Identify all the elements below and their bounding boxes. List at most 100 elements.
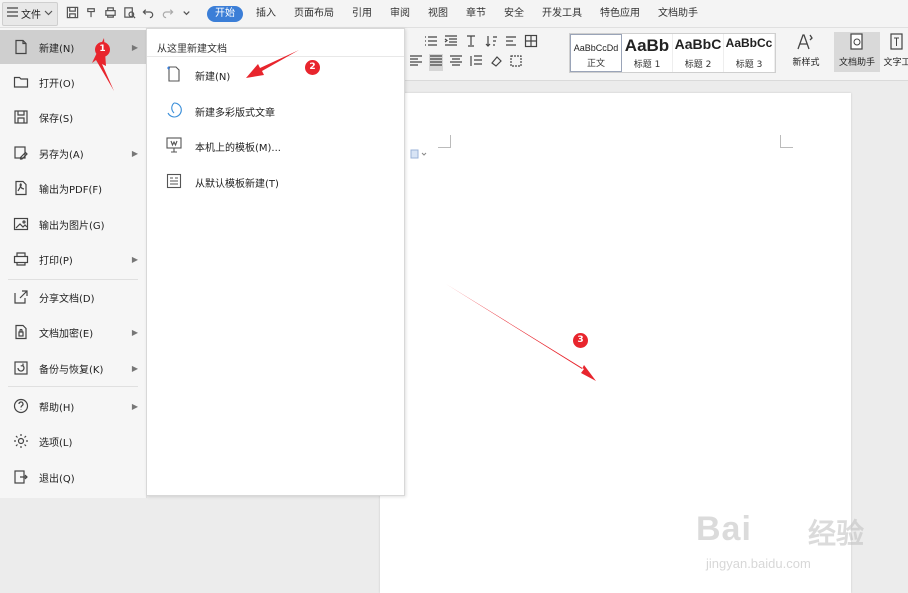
menu-item-options[interactable]: 选项(L) bbox=[0, 424, 146, 458]
table-border-icon[interactable] bbox=[509, 54, 523, 71]
paragraph-tools-row1 bbox=[424, 34, 538, 51]
annotation-badge-2: 2 bbox=[305, 60, 320, 75]
doc-helper-button[interactable]: 文档助手 bbox=[834, 32, 880, 72]
pdf-icon bbox=[12, 179, 30, 197]
save-icon bbox=[12, 108, 30, 126]
menu-item-new[interactable]: 新建(N) ▶ bbox=[0, 30, 146, 64]
menu-item-help[interactable]: 帮助(H) ▶ bbox=[0, 389, 146, 423]
baidu-watermark: Bai 经验 jingyan.baidu.com bbox=[696, 510, 906, 586]
tab-view[interactable]: 视图 bbox=[419, 0, 457, 27]
file-menu-button[interactable]: 文件 bbox=[2, 1, 58, 26]
menu-item-share[interactable]: 分享文档(D) bbox=[0, 280, 146, 314]
print-preview-icon[interactable] bbox=[123, 6, 136, 22]
menu-item-save-as[interactable]: 另存为(A) ▶ bbox=[0, 136, 146, 170]
line-spacing-icon[interactable] bbox=[469, 54, 483, 71]
menu-item-exit[interactable]: 退出(Q) bbox=[0, 460, 146, 494]
undo-icon[interactable] bbox=[142, 6, 155, 22]
text-tool-icon bbox=[890, 33, 903, 50]
paste-options-icon[interactable] bbox=[410, 149, 428, 162]
new-doc-icon bbox=[12, 38, 30, 56]
menu-divider bbox=[8, 386, 138, 387]
menu-item-backup[interactable]: 备份与恢复(K) ▶ bbox=[0, 351, 146, 385]
redo-icon[interactable] bbox=[161, 6, 174, 22]
submenu-item-local-template[interactable]: 本机上的模板(M)... bbox=[165, 134, 281, 158]
tab-security[interactable]: 安全 bbox=[495, 0, 533, 27]
margin-corner-right bbox=[780, 135, 793, 148]
default-template-icon bbox=[165, 172, 183, 193]
menu-item-export-image[interactable]: 输出为图片(G) bbox=[0, 207, 146, 241]
encrypt-icon bbox=[12, 323, 30, 341]
distributed-icon[interactable] bbox=[449, 54, 463, 71]
colorful-article-icon bbox=[165, 101, 183, 122]
style-heading-3[interactable]: AaBbCc 标题 3 bbox=[724, 34, 775, 72]
customize-chevron-icon[interactable] bbox=[180, 6, 193, 22]
watermark-jingyan: 经验 bbox=[808, 517, 865, 550]
submenu-item-colorful-article[interactable]: 新建多彩版式文章 bbox=[165, 99, 275, 123]
save-as-icon bbox=[12, 144, 30, 162]
tab-chapter[interactable]: 章节 bbox=[457, 0, 495, 27]
style-normal[interactable]: AaBbCcDd 正文 bbox=[570, 34, 622, 72]
submenu-item-default-template[interactable]: 从默认模板新建(T) bbox=[165, 170, 279, 194]
local-template-icon bbox=[165, 136, 183, 157]
file-menu-label: 文件 bbox=[21, 10, 41, 21]
menu-item-export-pdf[interactable]: 输出为PDF(F) bbox=[0, 171, 146, 205]
style-heading-1[interactable]: AaBb 标题 1 bbox=[622, 34, 673, 72]
annotation-badge-1: 1 bbox=[95, 42, 110, 57]
submenu-divider bbox=[147, 56, 404, 57]
spacing-icon[interactable] bbox=[504, 34, 518, 51]
menu-item-open[interactable]: 打开(O) bbox=[0, 65, 146, 99]
style-gallery: AaBbCcDd 正文 AaBb 标题 1 AaBbC 标题 2 AaBbCc … bbox=[569, 33, 776, 73]
new-style-button[interactable]: 新样式 bbox=[786, 32, 826, 68]
watermark-url: jingyan.baidu.com bbox=[706, 556, 811, 571]
blank-doc-icon bbox=[165, 65, 183, 86]
tab-review[interactable]: 审阅 bbox=[381, 0, 419, 27]
tab-developer[interactable]: 开发工具 bbox=[533, 0, 591, 27]
tab-home[interactable]: 开始 bbox=[207, 5, 243, 22]
tab-references[interactable]: 引用 bbox=[343, 0, 381, 27]
menu-item-save[interactable]: 保存(S) bbox=[0, 100, 146, 134]
format-painter-icon[interactable] bbox=[85, 6, 98, 22]
text-tool-label: 文字工 bbox=[883, 58, 908, 68]
style-heading-2[interactable]: AaBbC 标题 2 bbox=[673, 34, 724, 72]
text-direction-icon[interactable] bbox=[464, 34, 478, 51]
submenu-item-new-blank[interactable]: 新建(N) bbox=[165, 63, 230, 87]
submenu-arrow-icon: ▶ bbox=[131, 363, 138, 373]
new-style-icon bbox=[797, 34, 813, 50]
menu-item-encrypt[interactable]: 文档加密(E) ▶ bbox=[0, 315, 146, 349]
menu-item-print[interactable]: 打印(P) ▶ bbox=[0, 242, 146, 276]
share-icon bbox=[12, 288, 30, 306]
tab-doc-assistant[interactable]: 文档助手 bbox=[649, 0, 707, 27]
tab-insert[interactable]: 插入 bbox=[247, 0, 285, 27]
margin-corner-left bbox=[438, 135, 451, 148]
tab-page-layout[interactable]: 页面布局 bbox=[285, 0, 343, 27]
submenu-arrow-icon: ▶ bbox=[131, 401, 138, 411]
exit-icon bbox=[12, 468, 30, 486]
print-icon[interactable] bbox=[104, 6, 117, 22]
align-justify-icon[interactable] bbox=[429, 54, 443, 71]
submenu-arrow-icon: ▶ bbox=[131, 42, 138, 52]
sort-icon[interactable] bbox=[484, 34, 498, 51]
align-left-icon[interactable] bbox=[409, 54, 423, 71]
submenu-arrow-icon: ▶ bbox=[131, 327, 138, 337]
image-icon bbox=[12, 215, 30, 233]
submenu-arrow-icon: ▶ bbox=[131, 148, 138, 158]
indent-icon[interactable] bbox=[444, 34, 458, 51]
save-icon[interactable] bbox=[66, 6, 79, 22]
watermark-brand: Bai bbox=[696, 510, 752, 548]
paragraph-tools-row2 bbox=[409, 54, 523, 71]
submenu-arrow-icon: ▶ bbox=[131, 254, 138, 264]
ribbon-panel: AaBbCcDd 正文 AaBb 标题 1 AaBbC 标题 2 AaBbCc … bbox=[404, 28, 908, 81]
text-tool-button[interactable]: 文字工 bbox=[882, 32, 908, 68]
gear-icon bbox=[12, 432, 30, 450]
quick-access-toolbar bbox=[66, 6, 193, 22]
new-submenu-panel: 从这里新建文档 新建(N) 新建多彩版式文章 本机上的模板(M)... 从默认模… bbox=[146, 28, 405, 496]
tab-featured[interactable]: 特色应用 bbox=[591, 0, 649, 27]
shading-icon[interactable] bbox=[489, 54, 503, 71]
doc-helper-label: 文档助手 bbox=[838, 58, 875, 68]
bullet-list-icon[interactable] bbox=[424, 34, 438, 51]
menu-bar: 文件 开始 插入 页面布局 引用 审阅 视图 章节 安全 开发工具 特色应用 文… bbox=[0, 0, 908, 28]
borders-icon[interactable] bbox=[524, 34, 538, 51]
new-style-label: 新样式 bbox=[792, 58, 820, 68]
ribbon-tabs: 开始 插入 页面布局 引用 审阅 视图 章节 安全 开发工具 特色应用 文档助手 bbox=[203, 0, 707, 27]
folder-icon bbox=[12, 73, 30, 91]
